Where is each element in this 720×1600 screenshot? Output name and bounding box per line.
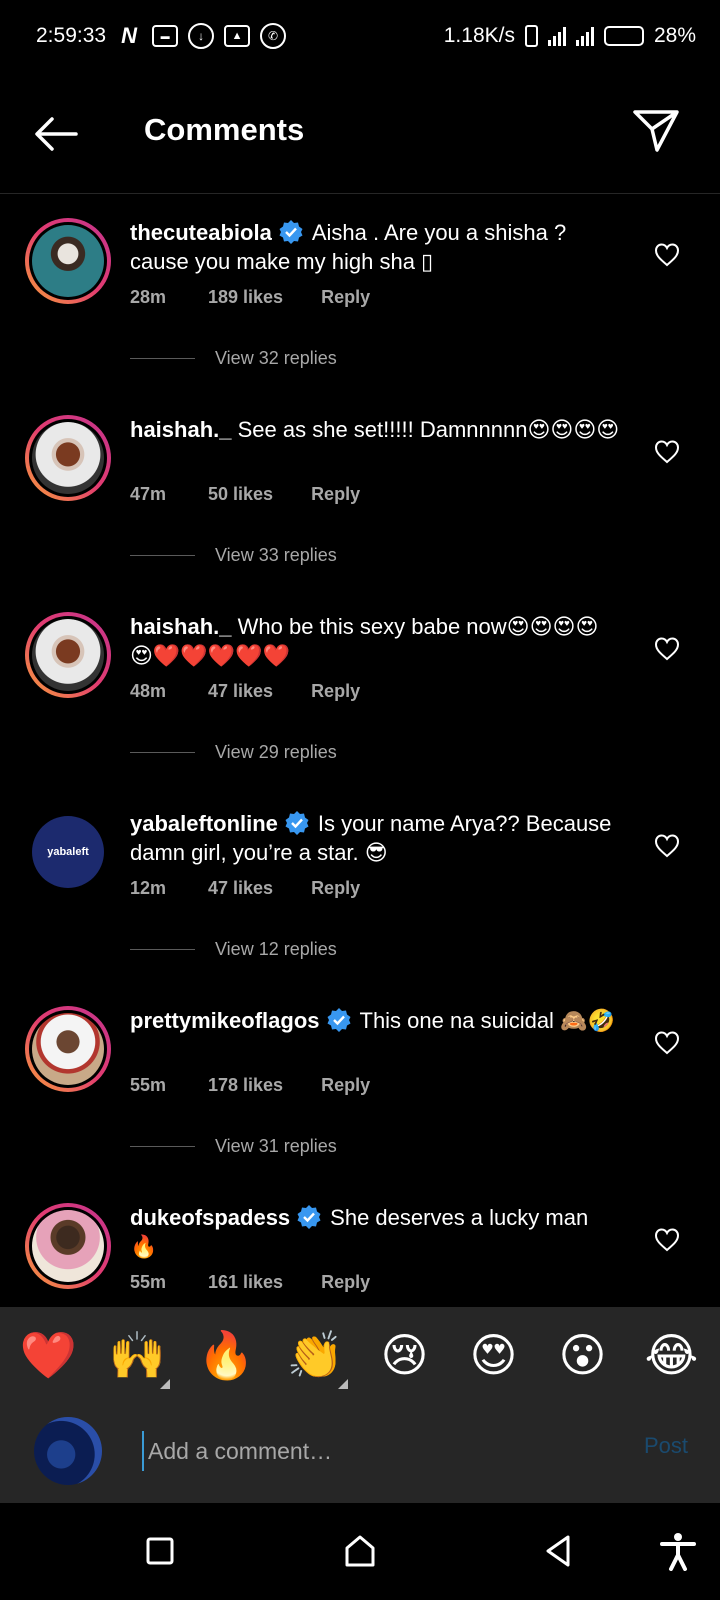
signal-icon <box>547 26 566 46</box>
view-replies-button[interactable]: View 12 replies <box>130 939 337 960</box>
yabaleft-logo: yabaleft <box>32 816 104 888</box>
navigation-bar <box>0 1503 720 1600</box>
like-count[interactable]: 50 likes <box>208 484 273 505</box>
comment-item: prettymikeoflagos This one na suicidal 🙈🤣… <box>0 983 720 1180</box>
username[interactable]: prettymikeoflagos <box>130 1008 320 1033</box>
avatar[interactable] <box>25 218 111 304</box>
gallery-icon: ▲ <box>224 25 251 47</box>
page-title: Comments <box>144 112 305 147</box>
reply-button[interactable]: Reply <box>311 484 360 505</box>
comment-text: This one na suicidal 🙈🤣 <box>359 1008 615 1033</box>
reply-button[interactable]: Reply <box>311 878 360 899</box>
message-icon: ▬ <box>152 25 179 47</box>
username[interactable]: thecuteabiola <box>130 220 272 245</box>
comment-text: See as she set!!!!! Damnnnnn😍😍😍😍 <box>237 417 620 442</box>
comment-input[interactable] <box>142 1431 602 1471</box>
emoji-heart[interactable]: ❤️ <box>9 1328 89 1383</box>
emoji-laughing[interactable]: 😂 <box>632 1328 712 1382</box>
clock: 2:59:33 <box>36 24 107 47</box>
like-count[interactable]: 47 likes <box>208 681 273 702</box>
emoji-raised-hands[interactable]: 🙌 <box>98 1328 178 1389</box>
username[interactable]: haishah._ <box>130 614 231 639</box>
comment-item: thecuteabiola Aisha . Are you a shisha ? … <box>0 195 720 392</box>
comment-time: 48m <box>130 681 167 701</box>
like-count[interactable]: 161 likes <box>208 1272 283 1293</box>
username[interactable]: yabaleftonline <box>130 811 278 836</box>
comment-list[interactable]: thecuteabiola Aisha . Are you a shisha ? … <box>0 195 720 1305</box>
reply-button[interactable]: Reply <box>321 287 370 308</box>
verified-badge-icon <box>279 220 303 244</box>
comment-time: 47m <box>130 484 167 504</box>
emoji-clap[interactable]: 👏 <box>276 1328 356 1389</box>
comment-time: 55m <box>130 1272 167 1292</box>
comment-composer: Post <box>0 1403 720 1503</box>
like-count[interactable]: 178 likes <box>208 1075 283 1096</box>
back-icon[interactable] <box>538 1531 578 1571</box>
recents-icon[interactable] <box>140 1531 180 1571</box>
battery-icon <box>603 26 644 46</box>
skin-tone-indicator <box>159 1378 170 1389</box>
signal-icon-2 <box>575 26 594 46</box>
username[interactable]: dukeofspadess <box>130 1205 290 1230</box>
comment-item: yabaleft yabaleftonline Is your name Arya… <box>0 786 720 983</box>
network-speed: 1.18K/s <box>443 24 515 47</box>
emoji-surprised[interactable]: 😮 <box>543 1328 623 1382</box>
header: Comments <box>0 90 720 194</box>
like-heart-icon[interactable] <box>654 1227 680 1253</box>
comment-time: 12m <box>130 878 167 898</box>
comment-item: haishah._ See as she set!!!!! Damnnnnn😍😍… <box>0 392 720 589</box>
user-avatar[interactable] <box>34 1417 102 1485</box>
whatsapp-icon: ✆ <box>260 23 287 49</box>
accessibility-icon[interactable] <box>658 1531 698 1571</box>
emoji-crying[interactable]: 😢 <box>365 1328 445 1382</box>
emoji-reaction-bar: ❤️ 🙌 🔥 👏 😢 😍 😮 😂 <box>0 1307 720 1403</box>
verified-badge-icon <box>285 811 309 835</box>
back-arrow-icon[interactable] <box>30 108 82 160</box>
status-bar: 2:59:33 N ▬ ↓ ▲ ✆ 1.18K/s 28% <box>0 0 720 72</box>
avatar[interactable] <box>25 612 111 698</box>
like-heart-icon[interactable] <box>654 439 680 465</box>
download-icon: ↓ <box>188 23 215 49</box>
username[interactable]: haishah._ <box>130 417 231 442</box>
like-heart-icon[interactable] <box>654 636 680 662</box>
post-button[interactable]: Post <box>644 1433 688 1459</box>
home-icon[interactable] <box>340 1531 380 1571</box>
comment-item: haishah._ Who be this sexy babe now😍😍😍😍😍… <box>0 589 720 786</box>
verified-badge-icon <box>327 1008 350 1032</box>
avatar[interactable] <box>25 1203 111 1289</box>
view-replies-button[interactable]: View 29 replies <box>130 742 337 763</box>
emoji-fire[interactable]: 🔥 <box>187 1328 267 1383</box>
comment-time: 28m <box>130 287 167 307</box>
vibrate-icon <box>524 25 538 47</box>
view-replies-button[interactable]: View 32 replies <box>130 348 337 369</box>
like-heart-icon[interactable] <box>654 242 680 268</box>
view-replies-button[interactable]: View 33 replies <box>130 545 337 566</box>
reply-button[interactable]: Reply <box>311 681 360 702</box>
like-count[interactable]: 189 likes <box>208 287 283 308</box>
emoji-heart-eyes[interactable]: 😍 <box>454 1328 534 1382</box>
view-replies-button[interactable]: View 31 replies <box>130 1136 337 1157</box>
skin-tone-indicator <box>337 1378 348 1389</box>
verified-badge-icon <box>297 1205 321 1229</box>
like-heart-icon[interactable] <box>654 833 680 859</box>
like-heart-icon[interactable] <box>654 1030 680 1056</box>
avatar[interactable] <box>25 1006 111 1092</box>
n-app-icon: N <box>121 23 138 48</box>
reply-button[interactable]: Reply <box>321 1272 370 1293</box>
comment-item: dukeofspadess She deserves a lucky man 🔥 … <box>0 1180 720 1305</box>
reply-button[interactable]: Reply <box>321 1075 370 1096</box>
like-count[interactable]: 47 likes <box>208 878 273 899</box>
avatar[interactable]: yabaleft <box>25 809 111 895</box>
battery-percent: 28% <box>653 24 696 47</box>
avatar[interactable] <box>25 415 111 501</box>
comment-time: 55m <box>130 1075 167 1095</box>
share-icon[interactable] <box>630 104 682 156</box>
